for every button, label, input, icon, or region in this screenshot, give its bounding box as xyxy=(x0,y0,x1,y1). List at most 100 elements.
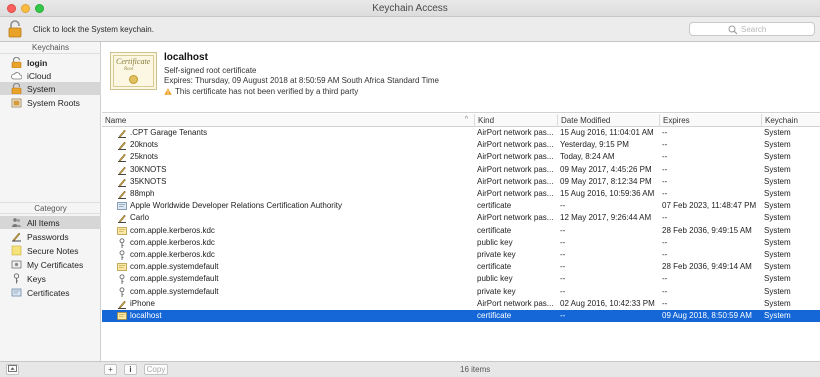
table-row[interactable]: 25knots AirPort network pas... Today, 8:24… xyxy=(102,151,820,163)
sidebar-item-system[interactable]: System xyxy=(0,82,101,95)
sidebar-item-keys[interactable]: Keys xyxy=(0,272,101,285)
cell-keychain: System xyxy=(764,274,791,284)
sidebar-item-system-roots[interactable]: System Roots xyxy=(0,96,101,109)
table-row[interactable]: com.apple.kerberos.kdc certificate -- 28 Fe… xyxy=(102,225,820,237)
table-row[interactable]: com.apple.kerberos.kdc private key -- -- Sys… xyxy=(102,249,820,261)
folder-icon xyxy=(11,98,22,108)
sidebar-item-label: Secure Notes xyxy=(27,245,79,256)
cell-kind: private key xyxy=(477,286,516,296)
certificate-icon xyxy=(11,288,22,297)
cell-kind: AirPort network pas... xyxy=(477,164,554,174)
window-title: Keychain Access xyxy=(372,3,448,14)
cell-keychain: System xyxy=(764,311,791,320)
sidebar-item-passwords[interactable]: Passwords xyxy=(0,230,101,243)
search-field[interactable] xyxy=(689,22,815,36)
cell-keychain: System xyxy=(764,286,791,296)
cell-kind: certificate xyxy=(477,201,512,211)
cell-kind: public key xyxy=(477,274,513,284)
column-header-name[interactable]: Name ^ xyxy=(102,114,474,127)
sidebar-item-label: Certificates xyxy=(27,287,70,298)
sidebar-item-label: All Items xyxy=(27,217,60,228)
cell-kind: certificate xyxy=(477,225,512,235)
search-input[interactable] xyxy=(741,24,811,35)
cell-kind: AirPort network pas... xyxy=(477,128,554,137)
table-row[interactable]: com.apple.systemdefault certificate -- 28 F… xyxy=(102,261,820,273)
copy-button[interactable]: Copy xyxy=(144,364,168,375)
sidebar-item-icloud[interactable]: iCloud xyxy=(0,69,101,82)
cert-gold-icon xyxy=(117,226,127,235)
add-item-button[interactable]: + xyxy=(104,364,117,375)
table-row[interactable]: 35KNOTS AirPort network pas... 09 May 2017… xyxy=(102,176,820,188)
pen-icon xyxy=(118,154,126,163)
table-row[interactable]: 30KNOTS AirPort network pas... 09 May 2017… xyxy=(102,164,820,176)
certificate-subtitle: Self-signed root certificate xyxy=(164,66,257,75)
cell-date-modified: -- xyxy=(560,311,566,320)
column-header-label: Name xyxy=(105,116,127,125)
cert-gold-icon xyxy=(117,312,127,320)
cell-expires: -- xyxy=(662,274,668,284)
certificate-thumb-word: Certificate xyxy=(116,57,151,66)
lock-status-label: Click to lock the System keychain. xyxy=(33,25,154,34)
sidebar-item-certificates[interactable]: Certificates xyxy=(0,286,101,299)
pen-icon xyxy=(12,232,21,242)
pen-icon xyxy=(118,129,126,138)
seal-icon xyxy=(129,75,138,84)
cell-expires: 28 Feb 2036, 9:49:14 AM xyxy=(662,262,752,272)
cert-gold-icon xyxy=(117,263,127,272)
table-row[interactable]: com.apple.kerberos.kdc public key -- -- Syst… xyxy=(102,237,820,249)
cell-expires: -- xyxy=(662,176,668,186)
cell-keychain: System xyxy=(764,140,791,150)
search-icon xyxy=(728,25,738,35)
sidebar-item-label: Keys xyxy=(27,273,46,284)
cell-name: com.apple.kerberos.kdc xyxy=(130,225,215,235)
cell-keychain: System xyxy=(764,128,791,137)
table-row[interactable]: 88mph AirPort network pas... 15 Aug 2016, … xyxy=(102,188,820,200)
table-header: Name ^ Kind Date Modified Expires Keycha… xyxy=(102,114,820,127)
cell-keychain: System xyxy=(764,298,791,308)
item-count: 16 items xyxy=(460,365,491,374)
table-row[interactable]: Carlo AirPort network pas... 12 May 2017, … xyxy=(102,212,820,224)
table-row[interactable]: Apple Worldwide Developer Relations Cert… xyxy=(102,200,820,212)
toggle-sidebar-button[interactable] xyxy=(6,364,19,375)
column-header-kind[interactable]: Kind xyxy=(474,114,557,127)
column-header-date-modified[interactable]: Date Modified xyxy=(557,114,659,127)
table-row[interactable]: iPhone AirPort network pas... 02 Aug 2016,… xyxy=(102,298,820,310)
cloud-icon xyxy=(11,72,22,80)
key-icon xyxy=(119,238,125,248)
sidebar-item-all-items[interactable]: All Items xyxy=(0,216,101,229)
cell-date-modified: 09 May 2017, 4:45:26 PM xyxy=(560,164,652,174)
sidebar-item-secure-notes[interactable]: Secure Notes xyxy=(0,244,101,257)
cell-date-modified: -- xyxy=(560,225,566,235)
info-button[interactable]: i xyxy=(124,364,137,375)
pen-icon xyxy=(118,215,126,224)
cell-expires: -- xyxy=(662,140,668,150)
table-row[interactable]: 20knots AirPort network pas... Yesterday, … xyxy=(102,139,820,151)
cell-kind: public key xyxy=(477,237,513,247)
cell-kind: AirPort network pas... xyxy=(477,176,554,186)
table-row[interactable]: .CPT Garage Tenants AirPort network pas..… xyxy=(102,127,820,139)
sidebar-item-login[interactable]: login xyxy=(0,56,101,69)
table-row[interactable]: com.apple.systemdefault private key -- -- Sy… xyxy=(102,286,820,298)
cell-kind: certificate xyxy=(477,262,512,272)
key-icon xyxy=(119,250,125,260)
cell-kind: private key xyxy=(477,250,516,259)
cell-expires: -- xyxy=(662,128,668,137)
cell-kind: certificate xyxy=(477,311,512,320)
my-cert-icon xyxy=(11,260,22,269)
cell-kind: AirPort network pas... xyxy=(477,140,554,150)
sidebar-item-my-certificates[interactable]: My Certificates xyxy=(0,258,101,271)
cell-date-modified: -- xyxy=(560,250,566,259)
toolbar: Click to lock the System keychain. xyxy=(0,17,820,42)
table-row[interactable]: localhost certificate -- 09 Aug 2018, 8:50:… xyxy=(102,310,820,322)
cell-date-modified: 15 Aug 2016, 11:04:01 AM xyxy=(560,128,654,137)
cell-name: 30KNOTS xyxy=(130,164,167,174)
people-icon xyxy=(12,218,21,227)
pen-icon xyxy=(118,141,126,151)
column-header-keychain[interactable]: Keychain xyxy=(761,114,820,127)
lock-icon[interactable] xyxy=(8,20,22,38)
cell-date-modified: -- xyxy=(560,201,566,211)
pen-icon xyxy=(118,178,126,187)
table-row[interactable]: com.apple.systemdefault public key -- -- Sys… xyxy=(102,273,820,285)
certificate-expiry: Expires: Thursday, 09 August 2018 at 8:5… xyxy=(164,76,439,85)
column-header-expires[interactable]: Expires xyxy=(659,114,761,127)
